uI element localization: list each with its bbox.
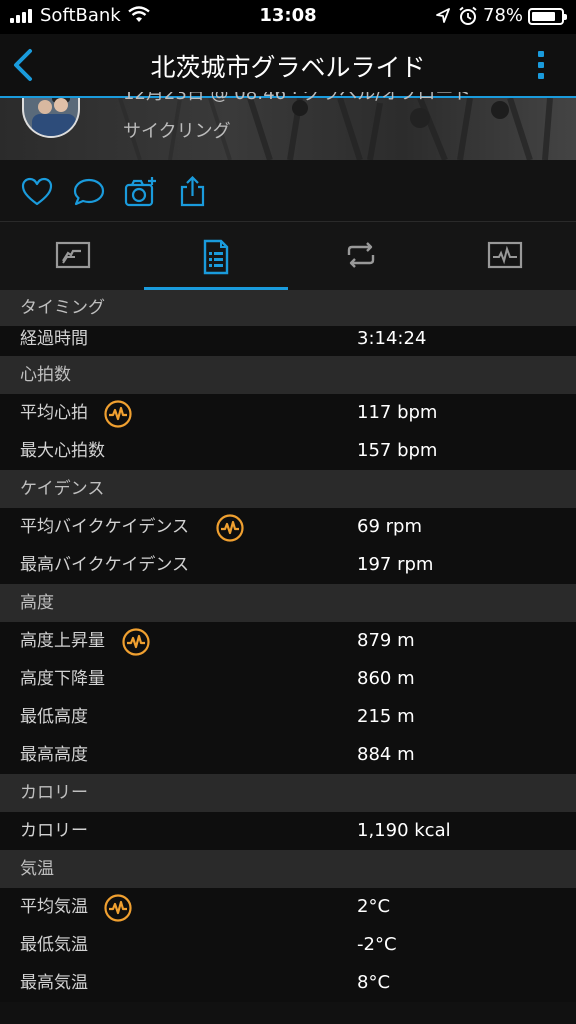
chevron-left-icon[interactable] (10, 48, 40, 82)
laps-icon (347, 242, 375, 268)
status-bar: SoftBank 13:08 78% (0, 0, 576, 34)
stat-label: カロリー (20, 821, 88, 841)
stat-label: 平均バイクケイデンス (20, 517, 189, 537)
tab-bar (0, 222, 576, 290)
chart-badge-icon[interactable] (122, 628, 150, 656)
section-header-timing: タイミング (0, 290, 576, 326)
tab-overview[interactable] (0, 222, 144, 290)
chart-badge-icon[interactable] (216, 514, 244, 542)
stat-value: 8°C (357, 972, 391, 993)
tab-stats[interactable] (144, 222, 288, 290)
more-vertical-icon[interactable] (536, 48, 546, 82)
stat-value: 117 bpm (357, 402, 438, 423)
stat-row-elapsed-time: 経過時間 3:14:24 (0, 326, 576, 356)
stat-row-max-heart-rate: 最大心拍数 157 bpm (0, 432, 576, 470)
stat-value: 2°C (357, 896, 391, 917)
stat-row-avg-heart-rate: 平均心拍 117 bpm (0, 394, 576, 432)
charts-icon (487, 241, 523, 269)
tab-charts[interactable] (432, 222, 576, 290)
stat-label: 最低高度 (20, 707, 88, 727)
stats-list: タイミング 経過時間 3:14:24 心拍数 平均心拍 117 bpm 最大心拍… (0, 290, 576, 1002)
stat-value: 3:14:24 (357, 328, 427, 349)
add-photo-icon[interactable] (124, 176, 158, 208)
section-header-cadence: ケイデンス (0, 470, 576, 508)
activity-cover-image (0, 98, 576, 160)
stat-value: 860 m (357, 668, 415, 689)
activity-date: 12月23日 @ 08:46 · グラベル/オフロード (123, 92, 471, 102)
activity-type: サイクリング (123, 121, 231, 142)
navigation-bar: 北茨城市グラベルライド (0, 34, 576, 96)
stat-row-calories: カロリー 1,190 kcal (0, 812, 576, 850)
stat-value: -2°C (357, 934, 397, 955)
stat-value: 879 m (357, 630, 415, 651)
stat-label: 経過時間 (20, 329, 88, 349)
overview-icon (55, 241, 91, 269)
stat-row-elevation-loss: 高度下降量 860 m (0, 660, 576, 698)
section-header-heart-rate: 心拍数 (0, 356, 576, 394)
stat-label: 最高気温 (20, 973, 88, 993)
section-header-calories: カロリー (0, 774, 576, 812)
stats-list-icon (203, 239, 229, 275)
stat-value: 69 rpm (357, 516, 422, 537)
stat-value: 157 bpm (357, 440, 438, 461)
stat-label: 平均心拍 (20, 403, 88, 423)
chart-badge-icon[interactable] (104, 894, 132, 922)
stat-value: 1,190 kcal (357, 820, 451, 841)
stat-row-elevation-gain: 高度上昇量 879 m (0, 622, 576, 660)
page-title: 北茨城市グラベルライド (150, 53, 426, 82)
battery-percent: 78% (483, 5, 524, 26)
stat-row-max-cadence: 最高バイクケイデンス 197 rpm (0, 546, 576, 584)
stat-label: 最高バイクケイデンス (20, 555, 189, 575)
stat-label: 高度上昇量 (20, 631, 105, 651)
tab-laps[interactable] (288, 222, 432, 290)
comment-icon[interactable] (72, 176, 106, 208)
stat-label: 最低気温 (20, 935, 88, 955)
share-icon[interactable] (176, 176, 210, 208)
stat-label: 平均気温 (20, 897, 88, 917)
section-header-temperature: 気温 (0, 850, 576, 888)
action-bar (0, 160, 576, 222)
section-header-elevation: 高度 (0, 584, 576, 622)
stat-row-min-temperature: 最低気温 -2°C (0, 926, 576, 964)
stat-row-avg-temperature: 平均気温 2°C (0, 888, 576, 926)
stat-value: 215 m (357, 706, 415, 727)
stat-label: 最高高度 (20, 745, 88, 765)
location-icon (436, 8, 450, 23)
alarm-icon (459, 6, 477, 25)
like-icon[interactable] (20, 176, 54, 208)
stat-value: 197 rpm (357, 554, 434, 575)
chart-badge-icon[interactable] (104, 400, 132, 428)
stat-label: 最大心拍数 (20, 441, 105, 461)
stat-value: 884 m (357, 744, 415, 765)
stat-row-max-temperature: 最高気温 8°C (0, 964, 576, 1002)
battery-icon (528, 8, 567, 25)
stat-row-min-elevation: 最低高度 215 m (0, 698, 576, 736)
stat-row-avg-cadence: 平均バイクケイデンス 69 rpm (0, 508, 576, 546)
stat-label: 高度下降量 (20, 669, 105, 689)
stat-row-max-elevation: 最高高度 884 m (0, 736, 576, 774)
